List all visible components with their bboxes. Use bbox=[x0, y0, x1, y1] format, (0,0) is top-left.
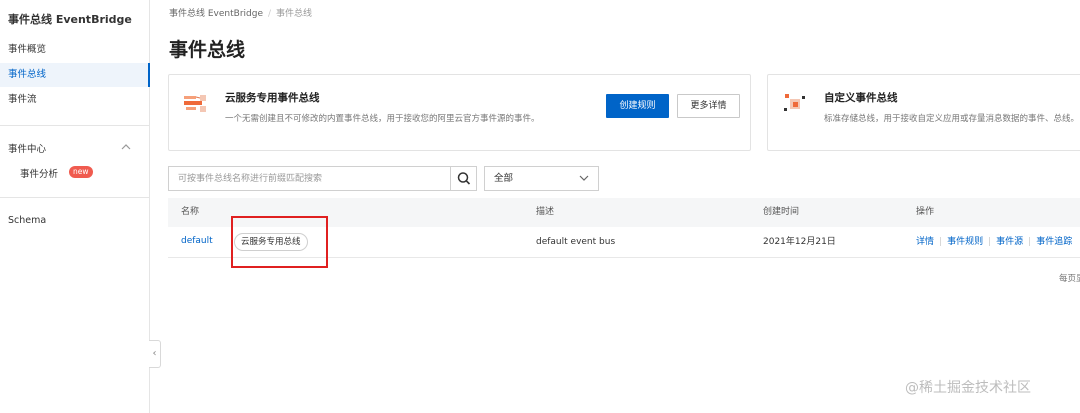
column-header-name: 名称 bbox=[181, 207, 200, 217]
sidebar-item-event-stream[interactable]: 事件流 bbox=[0, 88, 149, 112]
details-link[interactable]: 详情 bbox=[916, 237, 934, 247]
sidebar-group-event-center[interactable]: 事件中心 bbox=[8, 141, 46, 155]
sidebar-item-overview[interactable]: 事件概览 bbox=[0, 38, 149, 62]
new-badge: new bbox=[69, 166, 93, 178]
sidebar-divider bbox=[0, 197, 149, 198]
search-box bbox=[168, 166, 477, 191]
event-rules-link[interactable]: 事件规则 bbox=[947, 237, 983, 247]
page-title: 事件总线 bbox=[169, 39, 246, 61]
cloud-bus-card-desc: 一个无需创建且不可修改的内置事件总线，用于接收您的阿里云官方事件源的事件。 bbox=[225, 114, 540, 124]
chevron-up-icon[interactable] bbox=[120, 141, 132, 153]
cloud-bus-card-title: 云服务专用事件总线 bbox=[225, 92, 320, 104]
highlight-box bbox=[231, 216, 328, 268]
breadcrumb: 事件总线 EventBridge / 事件总线 bbox=[169, 6, 312, 19]
cloud-bus-icon bbox=[184, 95, 206, 112]
bus-description: default event bus bbox=[536, 237, 616, 247]
chevron-down-icon bbox=[579, 175, 589, 181]
sidebar-item-schema[interactable]: Schema bbox=[0, 209, 149, 233]
sidebar-divider bbox=[0, 125, 149, 126]
more-details-button[interactable]: 更多详情 bbox=[677, 94, 740, 118]
bus-type-select[interactable]: 全部 bbox=[484, 166, 599, 191]
breadcrumb-separator: / bbox=[267, 9, 272, 19]
custom-bus-icon bbox=[784, 94, 805, 111]
breadcrumb-root[interactable]: 事件总线 EventBridge bbox=[169, 9, 263, 19]
custom-bus-card: 自定义事件总线 标准存储总线，用于接收自定义应用或存量消息数据的事件、总线。 bbox=[767, 74, 1080, 151]
sidebar: 事件总线 EventBridge 事件概览 事件总线 事件流 事件中心 事件分析… bbox=[0, 0, 150, 413]
event-tracking-link[interactable]: 事件追踪 bbox=[1036, 237, 1072, 247]
search-icon bbox=[457, 172, 471, 185]
column-header-created: 创建时间 bbox=[763, 207, 800, 217]
create-rule-button[interactable]: 创建规则 bbox=[606, 94, 669, 118]
select-value: 全部 bbox=[494, 173, 514, 184]
app-root: 事件总线 EventBridge 事件概览 事件总线 事件流 事件中心 事件分析… bbox=[0, 0, 1080, 413]
search-button[interactable] bbox=[450, 167, 476, 190]
sidebar-item-event-bus[interactable]: 事件总线 bbox=[0, 63, 150, 87]
custom-bus-card-title: 自定义事件总线 bbox=[824, 92, 898, 104]
sidebar-collapse-button[interactable]: ‹ bbox=[149, 340, 161, 368]
watermark: @稀土掘金技术社区 bbox=[905, 380, 1031, 396]
sidebar-item-event-analysis[interactable]: 事件分析 bbox=[20, 166, 58, 180]
sidebar-brand: 事件总线 EventBridge bbox=[8, 13, 132, 26]
bus-created-time: 2021年12月21日 bbox=[763, 237, 836, 247]
custom-bus-card-desc: 标准存储总线，用于接收自定义应用或存量消息数据的事件、总线。 bbox=[824, 114, 1080, 124]
row-actions: 详情 | 事件规则 | 事件源 | 事件追踪 bbox=[916, 237, 1073, 247]
column-header-desc: 描述 bbox=[536, 207, 555, 217]
column-header-actions: 操作 bbox=[916, 207, 935, 217]
cloud-service-bus-card: 云服务专用事件总线 一个无需创建且不可修改的内置事件总线，用于接收您的阿里云官方… bbox=[168, 74, 751, 151]
search-input[interactable] bbox=[169, 167, 451, 190]
event-sources-link[interactable]: 事件源 bbox=[996, 237, 1023, 247]
bus-name-link[interactable]: default bbox=[181, 227, 213, 255]
breadcrumb-current: 事件总线 bbox=[276, 9, 313, 19]
pager-label: 每页显 bbox=[1059, 274, 1080, 284]
